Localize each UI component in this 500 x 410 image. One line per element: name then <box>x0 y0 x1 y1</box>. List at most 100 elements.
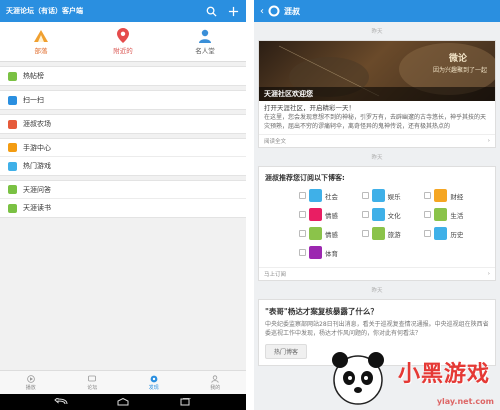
society-icon <box>309 189 322 202</box>
nav-profile[interactable]: 我的 <box>185 371 247 394</box>
menu-item-farm[interactable]: 涯叔农场 <box>0 115 246 133</box>
checkbox[interactable] <box>361 211 369 218</box>
checkbox[interactable] <box>361 230 369 237</box>
menu-group-scan: 扫一扫 <box>0 90 246 110</box>
subscribe-option[interactable]: 旅游 <box>361 227 425 240</box>
recent-apps-icon[interactable] <box>178 398 192 406</box>
checkbox[interactable] <box>299 249 306 256</box>
menu-group-farm: 涯叔农场 <box>0 114 246 134</box>
left-screen: 天涯论坛（有话）客户端 部落 附近的 名人堂 热帖榜 扫一扫 涯叔农场 手游中心… <box>0 0 246 410</box>
scan-icon <box>8 95 17 105</box>
subscribe-option[interactable]: 文化 <box>361 208 425 221</box>
menu-item-hot-list[interactable]: 热帖榜 <box>0 67 246 85</box>
watermark-title: 小黑游戏 <box>397 362 490 387</box>
back-arrow-icon[interactable]: ‹ <box>260 6 264 17</box>
checkbox[interactable] <box>299 192 306 199</box>
subscribe-option[interactable]: 情感 <box>299 208 362 221</box>
subscribe-label: 文化 <box>387 211 401 220</box>
menu-item-game-center[interactable]: 手游中心 <box>0 139 246 157</box>
news-title: "表哥"杨达才案复核暴露了什么？ <box>265 307 378 316</box>
subscribe-option[interactable]: 情感 <box>299 227 362 240</box>
book-icon <box>8 203 17 213</box>
nav-label: 我的 <box>210 384 221 391</box>
subscribe-option[interactable]: 体育 <box>299 246 362 259</box>
menu-item-scan[interactable]: 扫一扫 <box>0 91 246 109</box>
nav-discover[interactable]: 发现 <box>123 371 185 394</box>
nav-play[interactable]: 播放 <box>0 371 62 394</box>
menu-label: 涯叔农场 <box>23 120 51 128</box>
subscribe-option[interactable]: 财经 <box>424 189 487 202</box>
banner-title: 天涯社区欢迎您 <box>259 87 495 101</box>
location-pin-icon <box>117 28 129 43</box>
welcome-lead: 打开天涯社区，开启精彩一天！ <box>264 104 355 112</box>
time-divider: 昨天 <box>371 155 383 161</box>
checkbox[interactable] <box>361 192 369 199</box>
nav-label: 发现 <box>148 384 159 391</box>
game-center-icon <box>8 143 17 152</box>
quick-label: 部落 <box>34 46 48 55</box>
menu-group-games: 手游中心 热门游戏 <box>0 138 246 176</box>
menu-label: 天涯读书 <box>23 204 51 212</box>
play-icon <box>26 374 35 383</box>
quick-label: 附近的 <box>113 47 133 55</box>
subscribe-label: 财经 <box>450 192 464 201</box>
farm-icon <box>8 119 17 129</box>
subscribe-now-row[interactable]: 马上订阅 › <box>259 267 495 280</box>
discover-icon <box>150 375 158 382</box>
subscribe-option[interactable]: 娱乐 <box>361 189 425 202</box>
search-icon[interactable] <box>204 4 218 18</box>
avatar <box>268 5 280 17</box>
welcome-banner-image: 微论 因为兴趣聚到了一起 天涯社区欢迎您 <box>259 41 495 101</box>
sports-icon <box>309 246 322 259</box>
subscribe-now-link[interactable]: 马上订阅 <box>264 270 286 278</box>
checkbox[interactable] <box>299 211 306 218</box>
chevron-right-icon: › <box>487 271 490 277</box>
chat-title: 涯叔 <box>284 6 300 16</box>
quick-tribe[interactable]: 部落 <box>0 22 82 61</box>
nav-forum[interactable]: 论坛 <box>62 371 124 394</box>
welcome-body: 在这里，您会发现意想不到的神秘，引罗万有，去辟幽邃的古寺悠长，神乎其技的天灾预熟… <box>264 114 487 130</box>
home-icon[interactable] <box>116 398 130 406</box>
menu-item-books[interactable]: 天涯读书 <box>0 199 246 217</box>
right-screen: ‹ 涯叔 昨天 微论 因为兴趣聚到了一起 天涯社区欢迎您 打开天涯社区，开启精彩… <box>254 0 500 410</box>
subscribe-label: 历史 <box>450 230 464 239</box>
quick-nearby[interactable]: 附近的 <box>82 22 164 61</box>
banner-tagline: 因为兴趣聚到了一起 <box>432 67 487 74</box>
back-icon[interactable] <box>54 398 68 406</box>
subscribe-label: 旅游 <box>387 230 401 239</box>
tent-icon <box>34 29 48 42</box>
subscribe-label: 社会 <box>325 192 338 201</box>
menu-item-hot-games[interactable]: 热门游戏 <box>0 157 246 175</box>
subscribe-option[interactable]: 历史 <box>424 227 487 240</box>
bottom-navigation: 播放 论坛 发现 我的 <box>0 370 246 394</box>
welcome-card[interactable]: 微论 因为兴趣聚到了一起 天涯社区欢迎您 打开天涯社区，开启精彩一天！ 在这里，… <box>258 40 496 148</box>
checkbox[interactable] <box>424 230 432 237</box>
profile-icon <box>211 374 219 383</box>
subscribe-grid: 社会 娱乐 财经 情感 文化 生活 情感 旅游 历史 体育 <box>259 187 495 267</box>
subscribe-title: 涯叔推荐您订阅以下博客: <box>265 174 345 182</box>
life-icon <box>434 208 448 221</box>
subscribe-card: 涯叔推荐您订阅以下博客: 社会 娱乐 财经 情感 文化 生活 情感 旅游 历史 … <box>258 166 496 281</box>
time-divider: 昨天 <box>371 29 383 35</box>
history-icon <box>434 227 448 240</box>
menu-group-more: 天涯问答 天涯读书 <box>0 180 246 218</box>
subscribe-option[interactable]: 社会 <box>299 189 362 202</box>
menu-item-qa[interactable]: 天涯问答 <box>0 181 246 199</box>
welcome-text: 打开天涯社区，开启精彩一天！ 在这里，您会发现意想不到的神秘，引罗万有，去辟幽邃… <box>259 101 495 134</box>
read-more-link[interactable]: 阅读全文 <box>264 137 286 145</box>
quick-access-row: 部落 附近的 名人堂 <box>0 22 246 62</box>
checkbox[interactable] <box>424 192 432 199</box>
game-icon <box>8 161 17 171</box>
subscribe-label: 体育 <box>325 249 338 258</box>
read-more-row[interactable]: 阅读全文 › <box>259 134 495 147</box>
emotion-icon <box>309 227 322 240</box>
add-icon[interactable] <box>226 4 240 18</box>
checkbox[interactable] <box>424 211 432 218</box>
app-title: 天涯论坛（有话）客户端 <box>6 7 83 15</box>
checkbox[interactable] <box>299 230 306 237</box>
watermark-logo: 小黑游戏 ylay.net.com <box>300 330 500 410</box>
subscribe-option[interactable]: 生活 <box>424 208 487 221</box>
chat-header: ‹ 涯叔 <box>254 0 500 22</box>
subscribe-label: 生活 <box>450 211 464 220</box>
quick-hall-of-fame[interactable]: 名人堂 <box>164 22 246 61</box>
